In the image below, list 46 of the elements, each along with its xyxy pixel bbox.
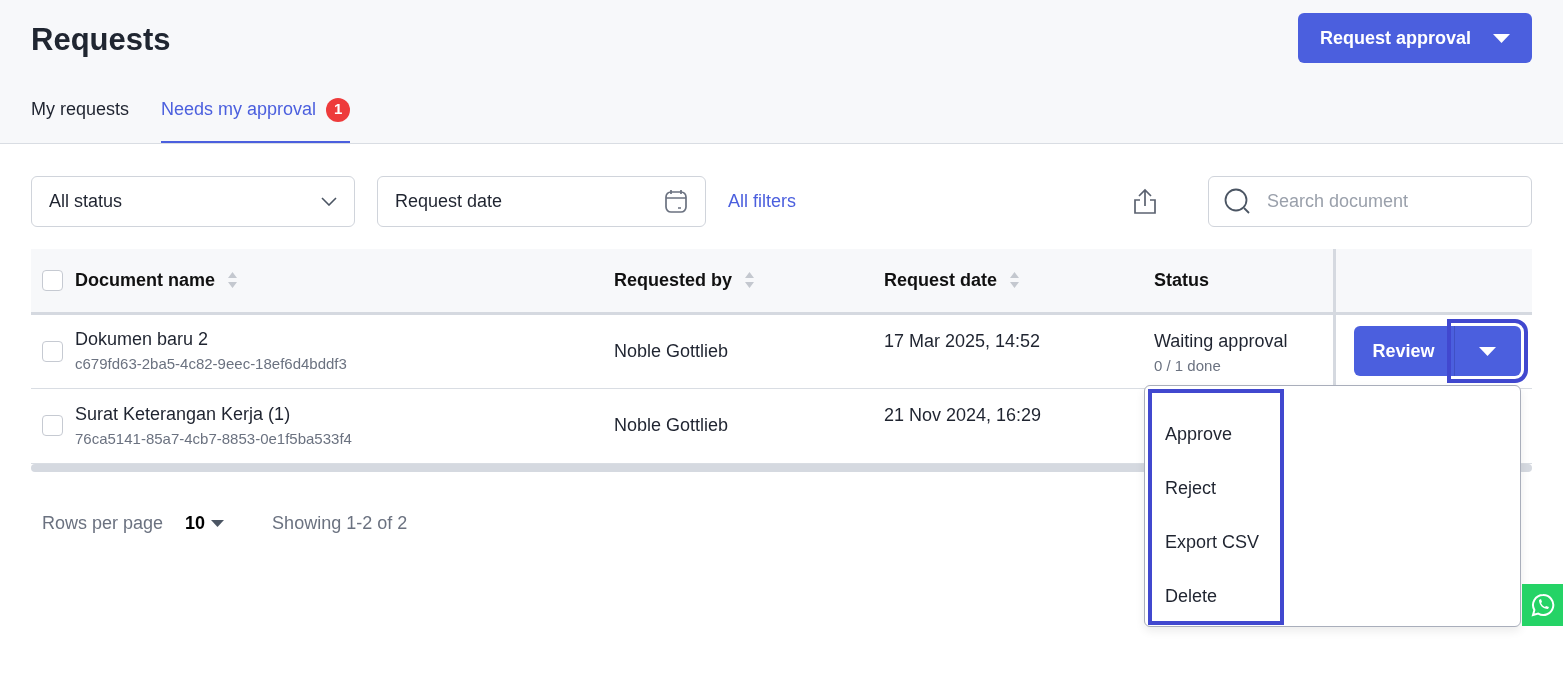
page-title: Requests (31, 21, 171, 59)
caret-icon (1479, 347, 1496, 357)
request-date: 17 Mar 2025, 14:52 (884, 330, 1041, 351)
select-all-checkbox[interactable] (42, 269, 63, 291)
status-text: Waiting approval (1154, 329, 1289, 353)
review-button[interactable]: Review (1353, 326, 1454, 376)
menu-item[interactable]: Export CSV (1165, 515, 1260, 569)
all-filters-link[interactable]: All filters (728, 188, 796, 215)
document-id: c679fd63-2ba5-4c82-9eec-18ef6d4bddf3 (75, 354, 347, 375)
chat-bubble-icon (1530, 593, 1555, 617)
requester-name: Noble Gottlieb (614, 415, 729, 435)
date-field[interactable]: Request date (377, 176, 706, 227)
request-approval-button[interactable]: Request approval (1297, 13, 1532, 63)
tab[interactable]: My requests (31, 96, 130, 143)
search-icon (1224, 188, 1251, 215)
progress-text: 0 / 1 done (1154, 355, 1222, 376)
pagination-summary: Showing 1-2 of 2 (272, 511, 408, 535)
chat-button[interactable] (1522, 584, 1563, 626)
menu-item[interactable]: Approve (1165, 407, 1233, 461)
search-field[interactable]: Search document (1208, 176, 1532, 227)
tab[interactable]: Needs my approval 1 (161, 96, 351, 143)
chevron-down-icon (321, 197, 337, 206)
sort-icon[interactable] (1009, 270, 1021, 291)
document-name[interactable]: Surat Keterangan Kerja (1) (75, 400, 352, 428)
request-date: 21 Nov 2024, 16:29 (884, 404, 1042, 425)
document-name[interactable]: Dokumen baru 2 (75, 326, 347, 354)
column-header: Requested by (614, 268, 733, 292)
row-checkbox[interactable] (42, 415, 63, 436)
calendar-icon (664, 189, 688, 214)
status-select[interactable]: All status (31, 176, 355, 227)
caret-icon (1493, 33, 1510, 43)
row-checkbox[interactable] (42, 340, 63, 362)
menu-item[interactable]: Delete (1165, 569, 1218, 623)
menu-item[interactable]: Reject (1165, 461, 1217, 515)
rows-per-page-label: Rows per page (42, 511, 164, 535)
sort-icon[interactable] (227, 270, 239, 291)
column-header: Request date (884, 268, 998, 292)
rows-per-page-select[interactable]: 10 (185, 509, 225, 537)
requester-name: Noble Gottlieb (614, 340, 729, 361)
column-header: Document name (75, 268, 216, 292)
sort-icon[interactable] (744, 270, 756, 291)
caret-icon (211, 519, 225, 527)
count-badge: 1 (326, 97, 351, 122)
column-header: Status (1154, 268, 1209, 292)
share-icon[interactable] (1132, 188, 1158, 215)
document-id: 76ca5141-85a7-4cb7-8853-0e1f5ba533f4 (75, 428, 352, 449)
